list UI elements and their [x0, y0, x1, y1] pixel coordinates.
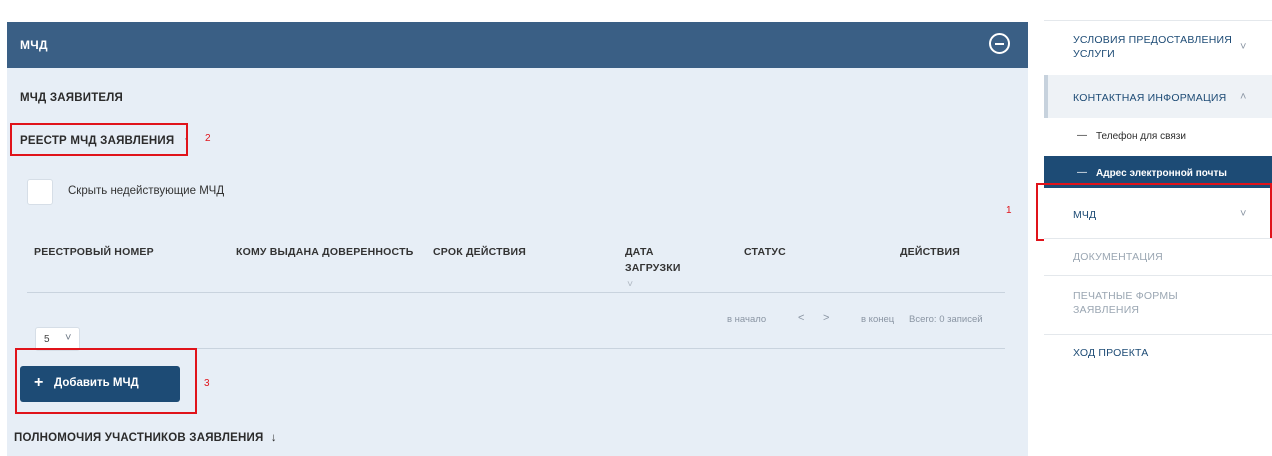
sidebar-item-label: ДОКУМЕНТАЦИЯ	[1073, 251, 1163, 263]
sidebar: УСЛОВИЯ ПРЕДОСТАВЛЕНИЯ УСЛУГИ ˅ КОНТАКТН…	[1036, 0, 1272, 456]
column-header-validity: СРОК ДЕЙСТВИЯ	[433, 246, 526, 258]
page-size-value: 5	[44, 334, 50, 345]
annotation-number-2: 2	[205, 133, 211, 144]
sidebar-subitem-label: Телефон для связи	[1096, 131, 1186, 142]
column-header-registry-number: РЕЕСТРОВЫЙ НОМЕР	[34, 246, 154, 258]
arrow-down-icon: ↓	[270, 432, 277, 444]
add-mchd-label: Добавить МЧД	[54, 377, 139, 389]
dash-icon: —	[1077, 167, 1087, 178]
sidebar-item-documentation[interactable]: ДОКУМЕНТАЦИЯ	[1044, 239, 1272, 275]
column-header-issued-to: КОМУ ВЫДАНА ДОВЕРЕННОСТЬ	[236, 246, 414, 258]
annotation-number-3: 3	[204, 378, 210, 389]
pagination-prev-icon[interactable]: <	[798, 312, 804, 324]
sidebar-item-print-forms[interactable]: ПЕЧАТНЫЕ ФОРМЫ ЗАЯВЛЕНИЯ	[1044, 276, 1272, 334]
pagination-first[interactable]: в начало	[727, 314, 766, 325]
annotation-box-1	[1036, 183, 1272, 241]
annotation-box-2	[10, 123, 188, 156]
dash-icon: —	[1077, 130, 1087, 141]
pagination-total: Всего: 0 записей	[909, 314, 983, 325]
hide-inactive-checkbox[interactable]	[27, 179, 53, 205]
sort-chevron-icon: ˅	[627, 278, 634, 290]
pagination-next-icon[interactable]: >	[823, 312, 829, 324]
upload-date-label: ДАТА ЗАГРУЗКИ	[625, 246, 681, 274]
column-header-actions: ДЕЙСТВИЯ	[900, 246, 961, 258]
sidebar-item-contact-info[interactable]: КОНТАКТНАЯ ИНФОРМАЦИЯ ˄	[1044, 75, 1272, 118]
annotation-number-1: 1	[1006, 205, 1012, 216]
sidebar-item-service-conditions[interactable]: УСЛОВИЯ ПРЕДОСТАВЛЕНИЯ УСЛУГИ ˅	[1044, 21, 1272, 75]
table-divider	[27, 292, 1005, 293]
sidebar-item-label: ПЕЧАТНЫЕ ФОРМЫ ЗАЯВЛЕНИЯ	[1073, 290, 1178, 316]
column-header-upload-date[interactable]: ДАТА ЗАГРУЗКИ ˅	[625, 244, 691, 292]
sidebar-subitem-label: Адрес электронной почты	[1096, 168, 1227, 179]
chevron-up-icon: ˄	[1240, 91, 1247, 103]
pagination-last[interactable]: в конец	[861, 314, 894, 325]
plus-icon: +	[34, 374, 44, 391]
panel-header: МЧД	[7, 22, 1028, 68]
sidebar-item-label: УСЛОВИЯ ПРЕДОСТАВЛЕНИЯ УСЛУГИ	[1073, 34, 1233, 60]
powers-section-title[interactable]: ПОЛНОМОЧИЯ УЧАСТНИКОВ ЗАЯВЛЕНИЯ ↓	[14, 432, 277, 444]
chevron-down-icon: ˅	[65, 332, 72, 344]
powers-section-label: ПОЛНОМОЧИЯ УЧАСТНИКОВ ЗАЯВЛЕНИЯ	[14, 432, 264, 444]
add-mchd-button[interactable]: + Добавить МЧД	[20, 366, 180, 402]
sidebar-item-label: ХОД ПРОЕКТА	[1073, 347, 1149, 359]
panel-title: МЧД	[20, 38, 48, 52]
chevron-down-icon: ˅	[1240, 41, 1247, 53]
sidebar-subitem-phone[interactable]: — Телефон для связи	[1044, 118, 1272, 156]
sidebar-item-project-progress[interactable]: ХОД ПРОЕКТА	[1044, 335, 1272, 371]
applicant-section-title[interactable]: МЧД ЗАЯВИТЕЛЯ	[20, 92, 123, 104]
hide-inactive-label: Скрыть недействующие МЧД	[68, 185, 225, 197]
column-header-status: СТАТУС	[744, 246, 786, 258]
collapse-icon[interactable]	[989, 33, 1010, 54]
sidebar-item-label: КОНТАКТНАЯ ИНФОРМАЦИЯ	[1073, 92, 1227, 104]
